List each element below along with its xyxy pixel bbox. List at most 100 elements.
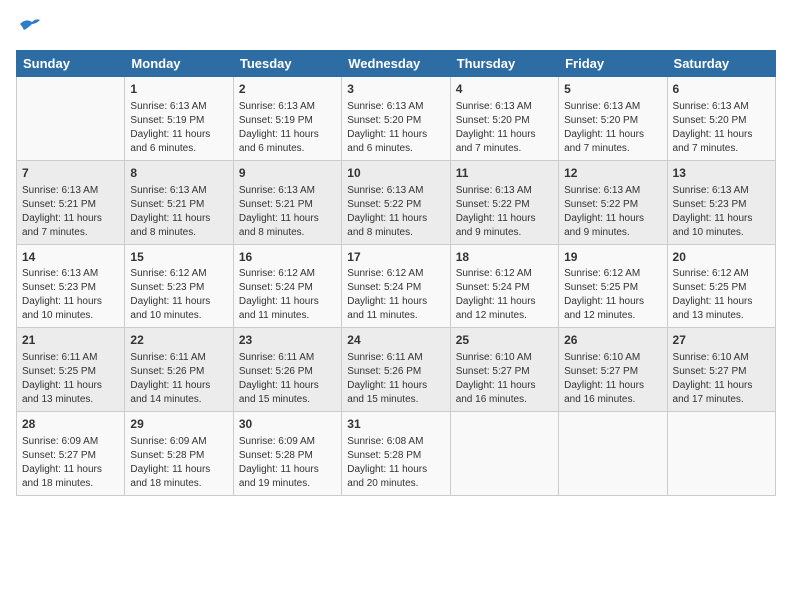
day-number: 18: [456, 249, 553, 266]
calendar-cell: 12 Sunrise: 6:13 AM Sunset: 5:22 PM Dayli…: [559, 160, 667, 244]
calendar-cell: 30 Sunrise: 6:09 AM Sunset: 5:28 PM Dayli…: [233, 412, 341, 496]
day-number: 2: [239, 81, 336, 98]
calendar-table: SundayMondayTuesdayWednesdayThursdayFrid…: [16, 50, 776, 496]
calendar-cell: 22Sunrise: 6:11 AM Sunset: 5:26 PM Dayli…: [125, 328, 233, 412]
day-info: Sunrise: 6:08 AM Sunset: 5:28 PM Dayligh…: [347, 435, 444, 491]
calendar-cell: 3Sunrise: 6:13 AM Sunset: 5:20 PM Daylig…: [342, 77, 450, 161]
calendar-cell: 20Sunrise: 6:12 AM Sunset: 5:25 PM Dayli…: [667, 244, 775, 328]
calendar-cell: 15Sunrise: 6:12 AM Sunset: 5:23 PM Dayli…: [125, 244, 233, 328]
day-number: 19: [564, 249, 661, 266]
calendar-cell: 6 Sunrise: 6:13 AM Sunset: 5:20 PM Daylig…: [667, 77, 775, 161]
day-number: 1: [130, 81, 227, 98]
calendar-cell: 4 Sunrise: 6:13 AM Sunset: 5:20 PM Daylig…: [450, 77, 558, 161]
day-number: 13: [673, 165, 770, 182]
day-number: 12: [564, 165, 661, 182]
day-number: 16: [239, 249, 336, 266]
calendar-cell: 16Sunrise: 6:12 AM Sunset: 5:24 PM Dayli…: [233, 244, 341, 328]
calendar-cell: 21 Sunrise: 6:11 AM Sunset: 5:25 PM Dayli…: [17, 328, 125, 412]
day-number: 4: [456, 81, 553, 98]
weekday-header-row: SundayMondayTuesdayWednesdayThursdayFrid…: [17, 51, 776, 77]
day-info: Sunrise: 6:10 AM Sunset: 5:27 PM Dayligh…: [673, 351, 770, 407]
calendar-cell: 24 Sunrise: 6:11 AM Sunset: 5:26 PM Dayli…: [342, 328, 450, 412]
calendar-cell: 25 Sunrise: 6:10 AM Sunset: 5:27 PM Dayli…: [450, 328, 558, 412]
day-info: Sunrise: 6:13 AM Sunset: 5:20 PM Dayligh…: [673, 100, 770, 156]
day-info: Sunrise: 6:13 AM Sunset: 5:22 PM Dayligh…: [564, 184, 661, 240]
calendar-cell: 8Sunrise: 6:13 AM Sunset: 5:21 PM Daylig…: [125, 160, 233, 244]
weekday-header-tuesday: Tuesday: [233, 51, 341, 77]
day-number: 10: [347, 165, 444, 182]
day-number: 26: [564, 332, 661, 349]
day-number: 6: [673, 81, 770, 98]
calendar-cell: 27 Sunrise: 6:10 AM Sunset: 5:27 PM Dayli…: [667, 328, 775, 412]
calendar-cell: 13 Sunrise: 6:13 AM Sunset: 5:23 PM Dayli…: [667, 160, 775, 244]
day-info: Sunrise: 6:13 AM Sunset: 5:22 PM Dayligh…: [347, 184, 444, 240]
day-number: 20: [673, 249, 770, 266]
week-row-2: 7 Sunrise: 6:13 AM Sunset: 5:21 PM Daylig…: [17, 160, 776, 244]
week-row-1: 1 Sunrise: 6:13 AM Sunset: 5:19 PM Daylig…: [17, 77, 776, 161]
day-info: Sunrise: 6:13 AM Sunset: 5:23 PM Dayligh…: [22, 267, 119, 323]
day-number: 23: [239, 332, 336, 349]
day-info: Sunrise: 6:12 AM Sunset: 5:23 PM Dayligh…: [130, 267, 227, 323]
logo: [16, 16, 40, 42]
day-number: 31: [347, 416, 444, 433]
calendar-cell: 26 Sunrise: 6:10 AM Sunset: 5:27 PM Dayli…: [559, 328, 667, 412]
weekday-header-friday: Friday: [559, 51, 667, 77]
logo-bird-icon: [18, 16, 40, 34]
day-info: Sunrise: 6:12 AM Sunset: 5:24 PM Dayligh…: [239, 267, 336, 323]
day-number: 29: [130, 416, 227, 433]
day-number: 9: [239, 165, 336, 182]
calendar-cell: 23 Sunrise: 6:11 AM Sunset: 5:26 PM Dayli…: [233, 328, 341, 412]
day-info: Sunrise: 6:10 AM Sunset: 5:27 PM Dayligh…: [456, 351, 553, 407]
day-number: 22: [130, 332, 227, 349]
day-info: Sunrise: 6:13 AM Sunset: 5:19 PM Dayligh…: [239, 100, 336, 156]
day-info: Sunrise: 6:13 AM Sunset: 5:23 PM Dayligh…: [673, 184, 770, 240]
day-number: 8: [130, 165, 227, 182]
day-number: 7: [22, 165, 119, 182]
calendar-cell: 14Sunrise: 6:13 AM Sunset: 5:23 PM Dayli…: [17, 244, 125, 328]
calendar-cell: 2 Sunrise: 6:13 AM Sunset: 5:19 PM Daylig…: [233, 77, 341, 161]
day-info: Sunrise: 6:13 AM Sunset: 5:19 PM Dayligh…: [130, 100, 227, 156]
day-info: Sunrise: 6:09 AM Sunset: 5:28 PM Dayligh…: [130, 435, 227, 491]
day-info: Sunrise: 6:13 AM Sunset: 5:21 PM Dayligh…: [239, 184, 336, 240]
day-info: Sunrise: 6:11 AM Sunset: 5:25 PM Dayligh…: [22, 351, 119, 407]
calendar-cell: [559, 412, 667, 496]
day-number: 11: [456, 165, 553, 182]
day-number: 28: [22, 416, 119, 433]
calendar-cell: 17Sunrise: 6:12 AM Sunset: 5:24 PM Dayli…: [342, 244, 450, 328]
calendar-cell: 31 Sunrise: 6:08 AM Sunset: 5:28 PM Dayli…: [342, 412, 450, 496]
calendar-cell: 28 Sunrise: 6:09 AM Sunset: 5:27 PM Dayli…: [17, 412, 125, 496]
day-number: 5: [564, 81, 661, 98]
day-info: Sunrise: 6:09 AM Sunset: 5:27 PM Dayligh…: [22, 435, 119, 491]
calendar-cell: 19Sunrise: 6:12 AM Sunset: 5:25 PM Dayli…: [559, 244, 667, 328]
week-row-3: 14Sunrise: 6:13 AM Sunset: 5:23 PM Dayli…: [17, 244, 776, 328]
calendar-cell: 29 Sunrise: 6:09 AM Sunset: 5:28 PM Dayli…: [125, 412, 233, 496]
day-info: Sunrise: 6:10 AM Sunset: 5:27 PM Dayligh…: [564, 351, 661, 407]
day-info: Sunrise: 6:12 AM Sunset: 5:25 PM Dayligh…: [564, 267, 661, 323]
week-row-4: 21 Sunrise: 6:11 AM Sunset: 5:25 PM Dayli…: [17, 328, 776, 412]
weekday-header-thursday: Thursday: [450, 51, 558, 77]
day-info: Sunrise: 6:13 AM Sunset: 5:20 PM Dayligh…: [564, 100, 661, 156]
day-number: 15: [130, 249, 227, 266]
calendar-cell: 11 Sunrise: 6:13 AM Sunset: 5:22 PM Dayli…: [450, 160, 558, 244]
calendar-cell: 1 Sunrise: 6:13 AM Sunset: 5:19 PM Daylig…: [125, 77, 233, 161]
page-header: [16, 16, 776, 42]
day-number: 30: [239, 416, 336, 433]
day-info: Sunrise: 6:09 AM Sunset: 5:28 PM Dayligh…: [239, 435, 336, 491]
calendar-cell: 9 Sunrise: 6:13 AM Sunset: 5:21 PM Daylig…: [233, 160, 341, 244]
calendar-cell: 10 Sunrise: 6:13 AM Sunset: 5:22 PM Dayli…: [342, 160, 450, 244]
weekday-header-saturday: Saturday: [667, 51, 775, 77]
day-info: Sunrise: 6:13 AM Sunset: 5:20 PM Dayligh…: [456, 100, 553, 156]
week-row-5: 28 Sunrise: 6:09 AM Sunset: 5:27 PM Dayli…: [17, 412, 776, 496]
calendar-cell: [667, 412, 775, 496]
day-info: Sunrise: 6:13 AM Sunset: 5:22 PM Dayligh…: [456, 184, 553, 240]
day-info: Sunrise: 6:11 AM Sunset: 5:26 PM Dayligh…: [239, 351, 336, 407]
day-number: 25: [456, 332, 553, 349]
day-info: Sunrise: 6:11 AM Sunset: 5:26 PM Dayligh…: [347, 351, 444, 407]
day-number: 21: [22, 332, 119, 349]
day-number: 3: [347, 81, 444, 98]
calendar-cell: 18Sunrise: 6:12 AM Sunset: 5:24 PM Dayli…: [450, 244, 558, 328]
day-number: 24: [347, 332, 444, 349]
day-number: 17: [347, 249, 444, 266]
weekday-header-sunday: Sunday: [17, 51, 125, 77]
day-number: 27: [673, 332, 770, 349]
